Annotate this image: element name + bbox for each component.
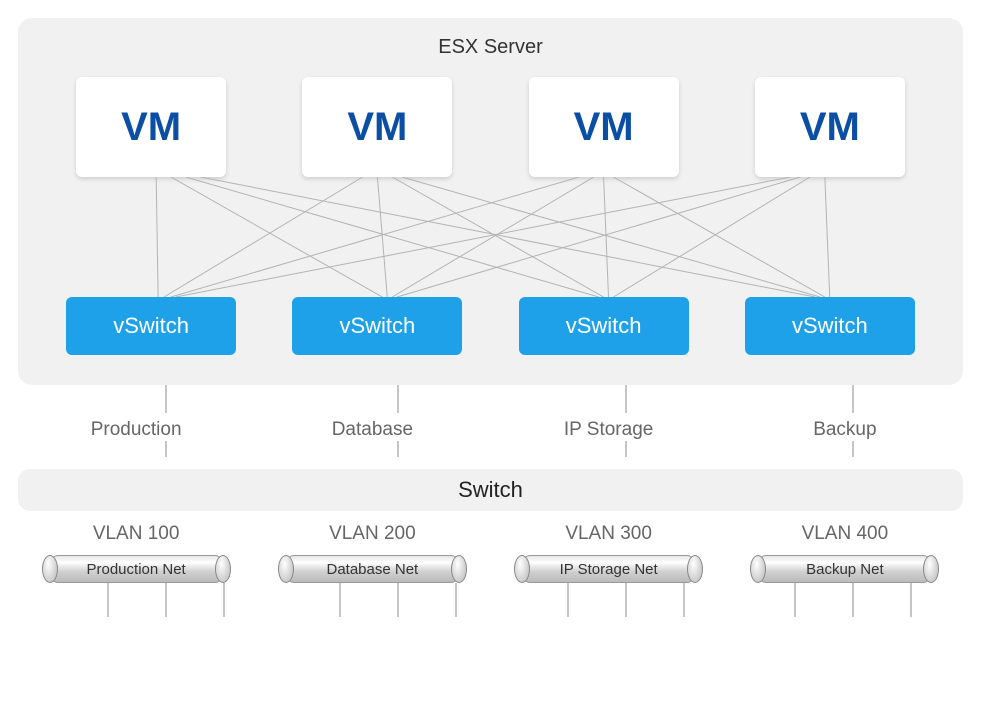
net-label-production: Production xyxy=(51,419,221,441)
pipe-production: Production Net xyxy=(48,555,225,583)
pipe-ipstorage: IP Storage Net xyxy=(520,555,697,583)
vlan-100: VLAN 100 xyxy=(51,523,221,545)
vswitch-to-label-lines xyxy=(18,385,963,413)
vswitch-row: vSwitch vSwitch vSwitch vSwitch xyxy=(48,297,933,355)
net-label-backup: Backup xyxy=(760,419,930,441)
vm-box-2: VM xyxy=(302,77,452,177)
vlan-300: VLAN 300 xyxy=(524,523,694,545)
vm-row: VM VM VM VM xyxy=(48,77,933,177)
vm-box-1: VM xyxy=(76,77,226,177)
vswitch-box-4: vSwitch xyxy=(745,297,915,355)
vswitch-box-2: vSwitch xyxy=(292,297,462,355)
network-label-row: Production Database IP Storage Backup xyxy=(18,419,963,441)
esx-server-title: ESX Server xyxy=(48,36,933,59)
net-label-ipstorage: IP Storage xyxy=(524,419,694,441)
label-to-switch-lines xyxy=(18,441,963,457)
net-label-database: Database xyxy=(287,419,457,441)
esx-server-container: ESX Server VM VM VM VM vSwitch xyxy=(18,18,963,385)
vm-box-4: VM xyxy=(755,77,905,177)
pipe-down-lines xyxy=(18,583,963,617)
pipe-database: Database Net xyxy=(284,555,461,583)
vlan-200: VLAN 200 xyxy=(287,523,457,545)
vlan-400: VLAN 400 xyxy=(760,523,930,545)
pipe-backup: Backup Net xyxy=(756,555,933,583)
vswitch-box-1: vSwitch xyxy=(66,297,236,355)
pipe-row: Production Net Database Net IP Storage N… xyxy=(18,555,963,583)
switch-bar: Switch xyxy=(18,469,963,511)
vlan-row: VLAN 100 VLAN 200 VLAN 300 VLAN 400 xyxy=(18,523,963,545)
vm-vswitch-connections xyxy=(48,177,933,297)
vm-box-3: VM xyxy=(529,77,679,177)
vswitch-box-3: vSwitch xyxy=(519,297,689,355)
